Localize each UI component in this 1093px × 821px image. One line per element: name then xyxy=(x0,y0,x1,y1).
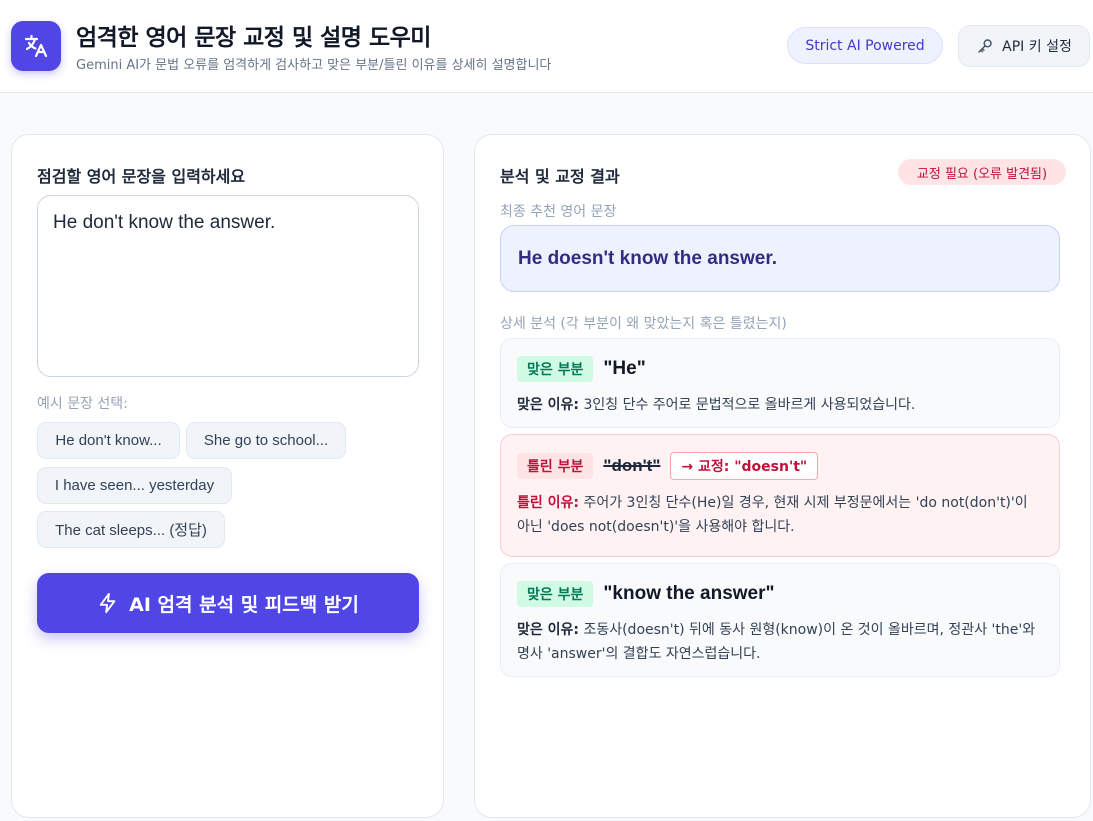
analysis-item-correct: 맞은 부분 "know the answer" 맞은 이유: 조동사(doesn… xyxy=(500,563,1060,677)
reason-label: 맞은 이유: xyxy=(517,397,579,413)
analyze-button-label: AI 엄격 분석 및 피드백 받기 xyxy=(129,593,359,616)
key-icon xyxy=(978,39,992,53)
correction-chip: → 교정: "doesn't" xyxy=(670,452,819,480)
analysis-phrase: "know the answer" xyxy=(603,583,775,604)
input-panel: 점검할 영어 문장을 입력하세요 He don't know the answe… xyxy=(11,134,444,818)
detail-analysis-label: 상세 분석 (각 부분이 왜 맞았는지 혹은 틀렸는지) xyxy=(500,316,787,332)
analysis-reason: 맞은 이유: 조동사(doesn't) 뒤에 동사 원형(know)이 온 것이… xyxy=(517,618,1043,666)
page-subtitle: Gemini AI가 문법 오류를 엄격하게 검사하고 맞은 부분/틀린 이유를… xyxy=(76,58,552,73)
example-chip-4[interactable]: The cat sleeps... (정답) xyxy=(37,511,225,548)
input-heading: 점검할 영어 문장을 입력하세요 xyxy=(37,167,246,186)
analysis-phrase: "He" xyxy=(603,358,646,379)
final-sentence: He doesn't know the answer. xyxy=(500,225,1060,292)
correct-tag: 맞은 부분 xyxy=(517,356,594,382)
incorrect-tag: 틀린 부분 xyxy=(517,453,594,479)
analysis-reason: 맞은 이유: 3인칭 단수 주어로 문법적으로 올바르게 사용되었습니다. xyxy=(517,393,1043,417)
page-title: 엄격한 영어 문장 교정 및 설명 도우미 xyxy=(76,25,431,51)
status-badge: 교정 필요 (오류 발견됨) xyxy=(898,159,1066,185)
examples-label: 예시 문장 선택: xyxy=(37,396,128,412)
reason-text: 주어가 3인칭 단수(He)일 경우, 현재 시제 부정문에서는 'do not… xyxy=(517,495,1028,535)
sentence-input[interactable]: He don't know the answer. xyxy=(37,195,419,377)
example-chip-2[interactable]: She go to school... xyxy=(186,422,346,459)
app-header: 엄격한 영어 문장 교정 및 설명 도우미 Gemini AI가 문법 오류를 … xyxy=(0,0,1093,93)
lightning-icon xyxy=(99,592,116,614)
translate-icon xyxy=(11,21,61,71)
reason-text: 3인칭 단수 주어로 문법적으로 올바르게 사용되었습니다. xyxy=(583,397,916,413)
analyze-button[interactable]: AI 엄격 분석 및 피드백 받기 xyxy=(37,573,419,633)
analysis-item-correct: 맞은 부분 "He" 맞은 이유: 3인칭 단수 주어로 문법적으로 올바르게 … xyxy=(500,338,1060,428)
reason-label: 맞은 이유: xyxy=(517,622,579,638)
api-key-settings-label: API 키 설정 xyxy=(1002,39,1072,55)
reason-label: 틀린 이유: xyxy=(517,495,579,511)
strict-ai-badge: Strict AI Powered xyxy=(787,27,943,64)
correct-tag: 맞은 부분 xyxy=(517,581,594,607)
example-chip-1[interactable]: He don't know... xyxy=(37,422,180,459)
api-key-settings-button[interactable]: API 키 설정 xyxy=(958,25,1090,67)
result-heading: 분석 및 교정 결과 xyxy=(500,167,620,186)
analysis-item-incorrect: 틀린 부분 "don't" → 교정: "doesn't" 틀린 이유: 주어가… xyxy=(500,434,1060,557)
analysis-reason: 틀린 이유: 주어가 3인칭 단수(He)일 경우, 현재 시제 부정문에서는 … xyxy=(517,491,1043,539)
result-panel: 분석 및 교정 결과 교정 필요 (오류 발견됨) 최종 추천 영어 문장 He… xyxy=(474,134,1091,818)
example-chip-3[interactable]: I have seen... yesterday xyxy=(37,467,232,504)
reason-text: 조동사(doesn't) 뒤에 동사 원형(know)이 온 것이 올바르며, … xyxy=(517,622,1036,662)
final-sentence-label: 최종 추천 영어 문장 xyxy=(500,204,617,220)
analysis-phrase-wrong: "don't" xyxy=(603,456,661,475)
